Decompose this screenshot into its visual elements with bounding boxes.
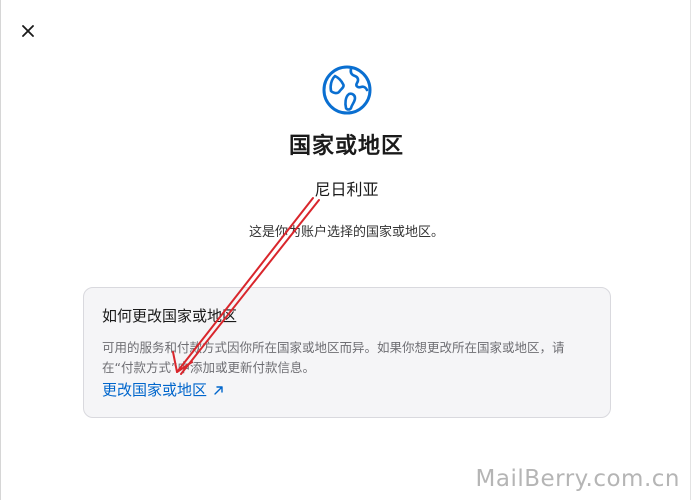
country-description: 这是你为账户选择的国家或地区。 bbox=[248, 225, 444, 240]
close-button[interactable] bbox=[17, 20, 39, 42]
page-title: 国家或地区 bbox=[288, 134, 404, 159]
info-card-title: 如何更改国家或地区 bbox=[102, 307, 238, 325]
globe-icon bbox=[322, 65, 372, 115]
change-country-link[interactable]: 更改国家或地区 bbox=[102, 379, 224, 400]
selected-country: 尼日利亚 bbox=[314, 180, 379, 199]
external-link-icon bbox=[213, 382, 224, 400]
watermark: MailBerry.com.cn bbox=[475, 466, 680, 492]
info-card: 如何更改国家或地区 可用的服务和付款方式因你所在国家或地区而异。如果你想更改所在… bbox=[83, 287, 611, 418]
change-country-link-label: 更改国家或地区 bbox=[102, 381, 208, 399]
close-icon bbox=[22, 25, 34, 37]
info-card-body: 可用的服务和付款方式因你所在国家或地区而异。如果你想更改所在国家或地区，请在“付… bbox=[102, 340, 565, 375]
dialog-page: 国家或地区 尼日利亚 这是你为账户选择的国家或地区。 如何更改国家或地区 可用的… bbox=[0, 0, 691, 500]
